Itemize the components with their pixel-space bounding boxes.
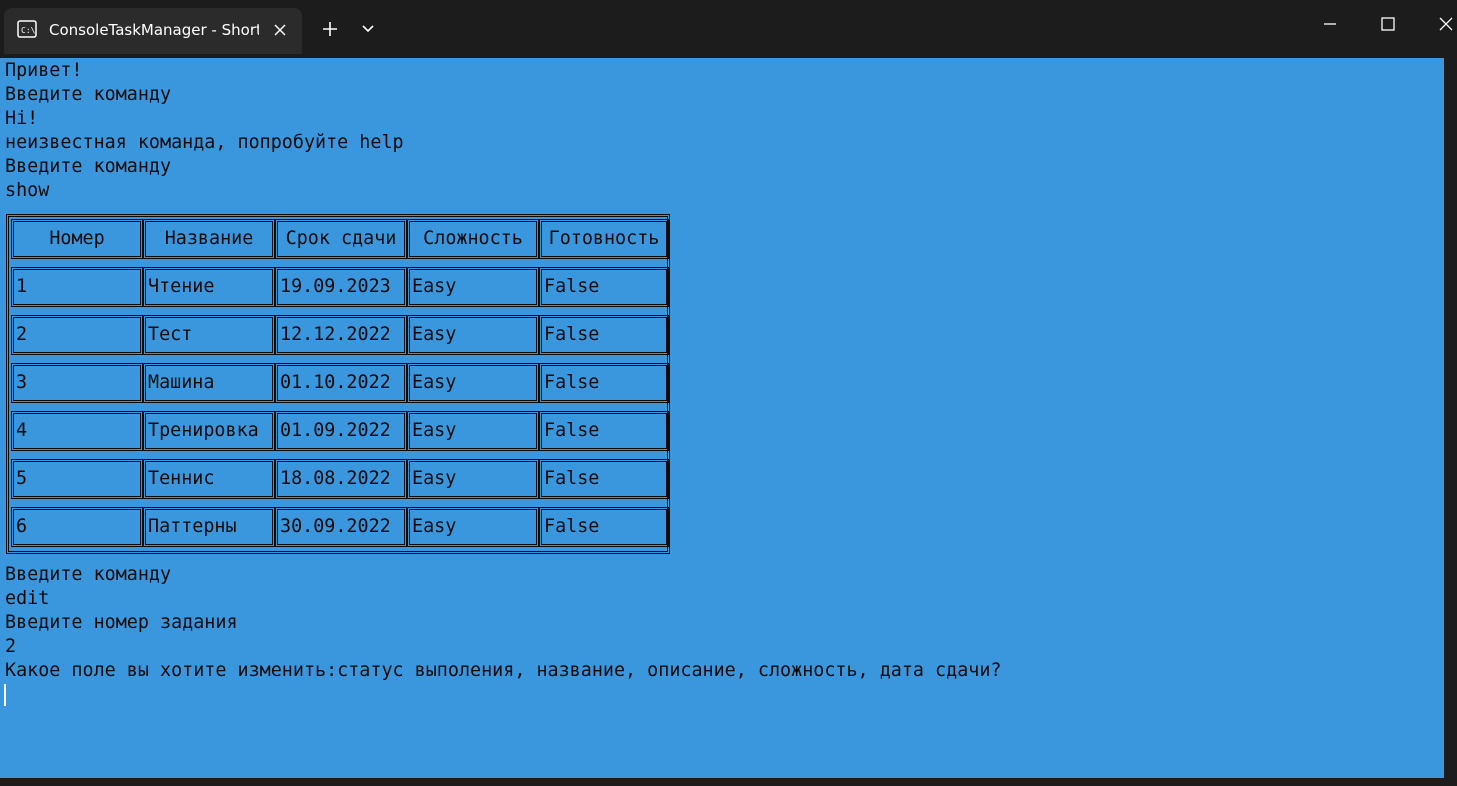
table-header-cell: Готовность <box>539 219 669 259</box>
table-header-cell: Сложность <box>407 219 539 259</box>
text-cursor <box>4 684 6 706</box>
table-cell: Easy <box>407 459 539 499</box>
table-cell: 18.08.2022 <box>275 459 407 499</box>
table-cell: Чтение <box>143 267 275 307</box>
table-cell: Теннис <box>143 459 275 499</box>
table-cell: False <box>539 411 669 451</box>
table-cell: False <box>539 363 669 403</box>
table-cell: 3 <box>11 363 143 403</box>
table-cell: 01.10.2022 <box>275 363 407 403</box>
terminal-icon: C:\ <box>17 20 37 38</box>
table-cell: Easy <box>407 507 539 547</box>
maximize-icon[interactable] <box>1378 14 1398 34</box>
console-line: 2 <box>5 636 17 657</box>
console-line: Hi! <box>5 108 39 129</box>
table-cell: Easy <box>407 267 539 307</box>
chevron-down-icon[interactable] <box>360 22 376 36</box>
table-cell: False <box>539 459 669 499</box>
table-cell: 1 <box>11 267 143 307</box>
svg-text:C:\: C:\ <box>21 26 36 35</box>
console-line: show <box>5 180 50 201</box>
table-cell: Easy <box>407 363 539 403</box>
console-line: Введите номер задания <box>5 612 238 633</box>
minimize-icon[interactable] <box>1320 14 1340 34</box>
new-tab-plus-icon[interactable] <box>320 19 340 39</box>
terminal-tab[interactable]: C:\ ConsoleTaskManager - Shortc <box>4 8 302 54</box>
table-cell: False <box>539 507 669 547</box>
console-line: edit <box>5 588 50 609</box>
console-line: Привет! <box>5 60 83 81</box>
table-cell: 4 <box>11 411 143 451</box>
console-line: неизвестная команда, попробуйте help <box>5 132 404 153</box>
table-cell: Машина <box>143 363 275 403</box>
table-cell: 5 <box>11 459 143 499</box>
table-cell: Паттерны <box>143 507 275 547</box>
task-table: Номер Название Срок сдачи Сложность Гото… <box>6 214 670 554</box>
console-line: Введите команду <box>5 84 172 105</box>
title-bar: C:\ ConsoleTaskManager - Shortc <box>0 0 1457 54</box>
table-cell: Тест <box>143 315 275 355</box>
console-line: Какое поле вы хотите изменить:статус вып… <box>5 660 1002 681</box>
table-cell: 6 <box>11 507 143 547</box>
tab-title: ConsoleTaskManager - Shortc <box>49 21 259 39</box>
table-cell: Тренировка <box>143 411 275 451</box>
table-cell: 30.09.2022 <box>275 507 407 547</box>
table-cell: False <box>539 315 669 355</box>
console-output[interactable]: Привет! Введите команду Hi! неизвестная … <box>0 58 1444 778</box>
table-header-cell: Срок сдачи <box>275 219 407 259</box>
table-header-cell: Номер <box>11 219 143 259</box>
table-cell: 12.12.2022 <box>275 315 407 355</box>
table-cell: 19.09.2023 <box>275 267 407 307</box>
table-cell: Easy <box>407 315 539 355</box>
table-cell: Easy <box>407 411 539 451</box>
table-header-cell: Название <box>143 219 275 259</box>
table-cell: False <box>539 267 669 307</box>
close-tab-icon[interactable] <box>272 22 288 38</box>
console-line: Введите команду <box>5 156 172 177</box>
console-line: Введите команду <box>5 564 172 585</box>
window-close-icon[interactable] <box>1436 14 1456 34</box>
table-cell: 2 <box>11 315 143 355</box>
table-cell: 01.09.2022 <box>275 411 407 451</box>
